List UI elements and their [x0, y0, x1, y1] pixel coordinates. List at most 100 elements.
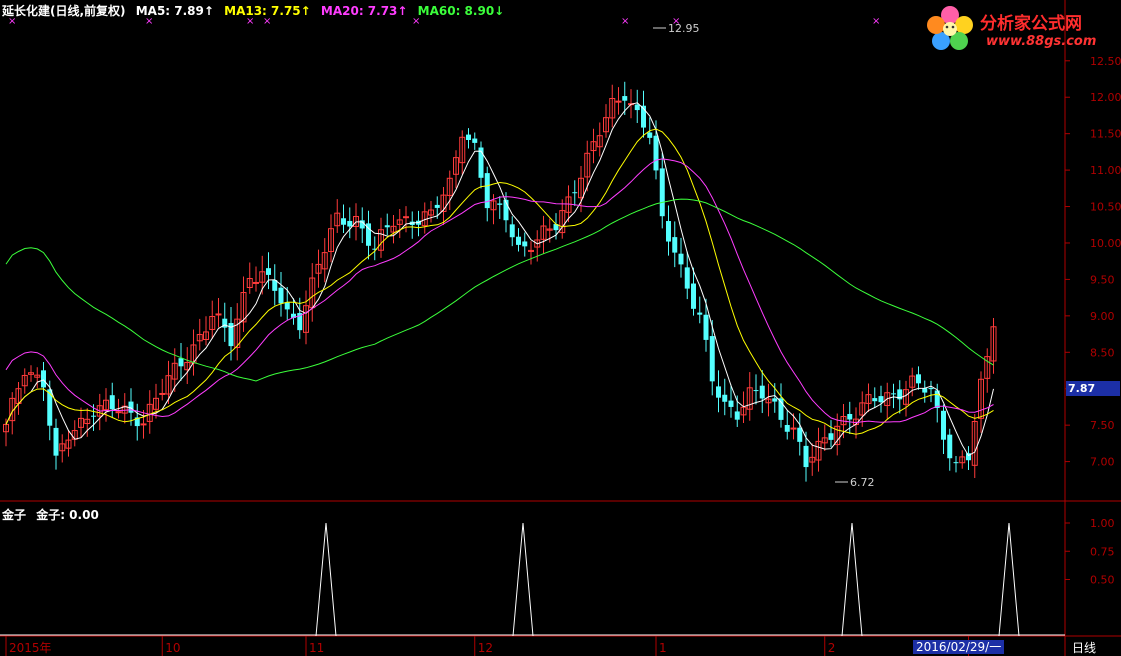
ma5-label: MA5: 7.89↑ — [135, 4, 214, 18]
candle-body — [253, 281, 259, 284]
candle-body — [384, 225, 390, 228]
candle-body — [215, 313, 222, 316]
price-tick-label: 7.00 — [1090, 456, 1115, 469]
price-tick-label: 9.00 — [1090, 310, 1115, 323]
price-tick-label: 11.50 — [1090, 128, 1121, 141]
candle-body — [772, 398, 778, 402]
time-tick-label: 12 — [478, 641, 493, 655]
candle-body — [140, 423, 147, 426]
candle-body — [341, 218, 346, 225]
candle-body — [803, 445, 809, 468]
candle-body — [916, 374, 921, 384]
candle-body — [472, 138, 478, 143]
candle-body — [716, 386, 721, 398]
indicator-title: 金子 — [2, 508, 27, 522]
time-tick-label: 2015年 — [9, 641, 52, 655]
stock-title: 延长化建(日线,前复权) — [2, 4, 126, 18]
indicator-spike — [512, 522, 534, 637]
candle-body — [522, 241, 528, 247]
candle-body — [484, 173, 490, 209]
candle-body — [872, 398, 878, 402]
candle-body — [734, 411, 740, 420]
current-price-box: 7.87 — [1066, 381, 1120, 396]
candle-body — [790, 427, 797, 430]
candle-body — [759, 385, 765, 399]
ma60-line — [5, 198, 994, 382]
indicator-tick-label: 0.75 — [1090, 545, 1115, 558]
signal-marker: × — [672, 16, 680, 27]
chart-canvas[interactable]: 12.5012.0011.5011.0010.5010.009.509.008.… — [0, 0, 1121, 656]
candle-body — [672, 237, 678, 253]
time-tick-label: 10 — [165, 641, 180, 655]
candle-body — [647, 132, 653, 138]
candle-body — [691, 283, 696, 309]
candle-body — [622, 96, 628, 101]
candle-body — [509, 224, 515, 238]
candle-body — [91, 415, 96, 417]
candle-body — [653, 135, 659, 171]
price-tick-label: 9.50 — [1090, 273, 1115, 286]
candle-body — [878, 396, 884, 403]
candle-body — [784, 424, 790, 432]
candle-body — [659, 168, 665, 217]
candle-body — [941, 410, 946, 440]
ma5-line — [5, 102, 994, 457]
price-tick-label: 12.00 — [1090, 91, 1121, 104]
sub-chart-header: 金子 金子: 0.00 — [2, 506, 99, 523]
signal-marker: × — [872, 16, 880, 27]
candle-body — [109, 395, 115, 410]
candle-body — [266, 268, 271, 275]
indicator-value: 金子: 0.00 — [36, 508, 99, 522]
candle-body — [159, 392, 166, 395]
candle-body — [922, 388, 928, 393]
candle-body — [516, 236, 521, 245]
chart-window: 12.50 12.00 11.50 11.00 10.50 10.00 9.50 9.00 8.… — [0, 0, 1121, 656]
indicator-spike — [841, 522, 863, 637]
price-tick-label: 7.50 — [1090, 419, 1115, 432]
candle-body — [572, 192, 578, 194]
low-label: 6.72 — [850, 476, 875, 489]
candle-body — [497, 203, 503, 205]
candle-body — [434, 204, 440, 208]
candle-body — [347, 220, 353, 227]
candle-body — [728, 400, 734, 407]
candle-body — [53, 427, 59, 456]
ma13-label: MA13: 7.75↑ — [224, 4, 311, 18]
period-label[interactable]: 日线 — [1072, 639, 1096, 656]
price-tick-label: 8.50 — [1090, 346, 1115, 359]
logo-name: 分析家公式网 — [980, 14, 1082, 34]
ma60-label: MA60: 8.90↓ — [417, 4, 505, 18]
candle-body — [828, 433, 834, 440]
candle-body — [403, 216, 409, 219]
candle-body — [684, 267, 690, 289]
candle-body — [709, 336, 715, 382]
main-chart-header: 延长化建(日线,前复权) MA5: 7.89↑ MA13: 7.75↑ MA20… — [2, 2, 510, 19]
candle-body — [703, 314, 709, 340]
indicator-spike — [998, 522, 1020, 637]
candle-body — [478, 147, 484, 178]
candle-body — [953, 462, 959, 464]
candle-body — [891, 393, 896, 395]
time-tick-label: 11 — [309, 641, 324, 655]
candle-body — [847, 413, 853, 420]
candle-body — [697, 312, 703, 315]
candle-body — [41, 370, 46, 388]
indicator-tick-label: 0.50 — [1090, 574, 1115, 587]
candle-body — [678, 253, 684, 265]
logo-url: www.88gs.com — [986, 34, 1097, 49]
signal-marker: × — [621, 16, 629, 27]
candle-body — [947, 434, 953, 459]
price-tick-label: 10.00 — [1090, 237, 1121, 250]
candle-body — [466, 134, 471, 140]
price-tick-label: 12.50 — [1090, 55, 1121, 68]
candle-body — [928, 388, 934, 390]
flower-icon — [927, 6, 973, 50]
site-logo: 分析家公式网 www.88gs.com — [922, 2, 1118, 54]
candle-body — [615, 100, 622, 103]
candle-body — [278, 287, 284, 304]
cursor-date-box: 2016/02/29/一 — [913, 640, 1005, 654]
price-tick-label: 10.50 — [1090, 201, 1121, 214]
candle-body — [797, 427, 803, 442]
candle-body — [722, 394, 728, 402]
candle-body — [115, 411, 122, 414]
